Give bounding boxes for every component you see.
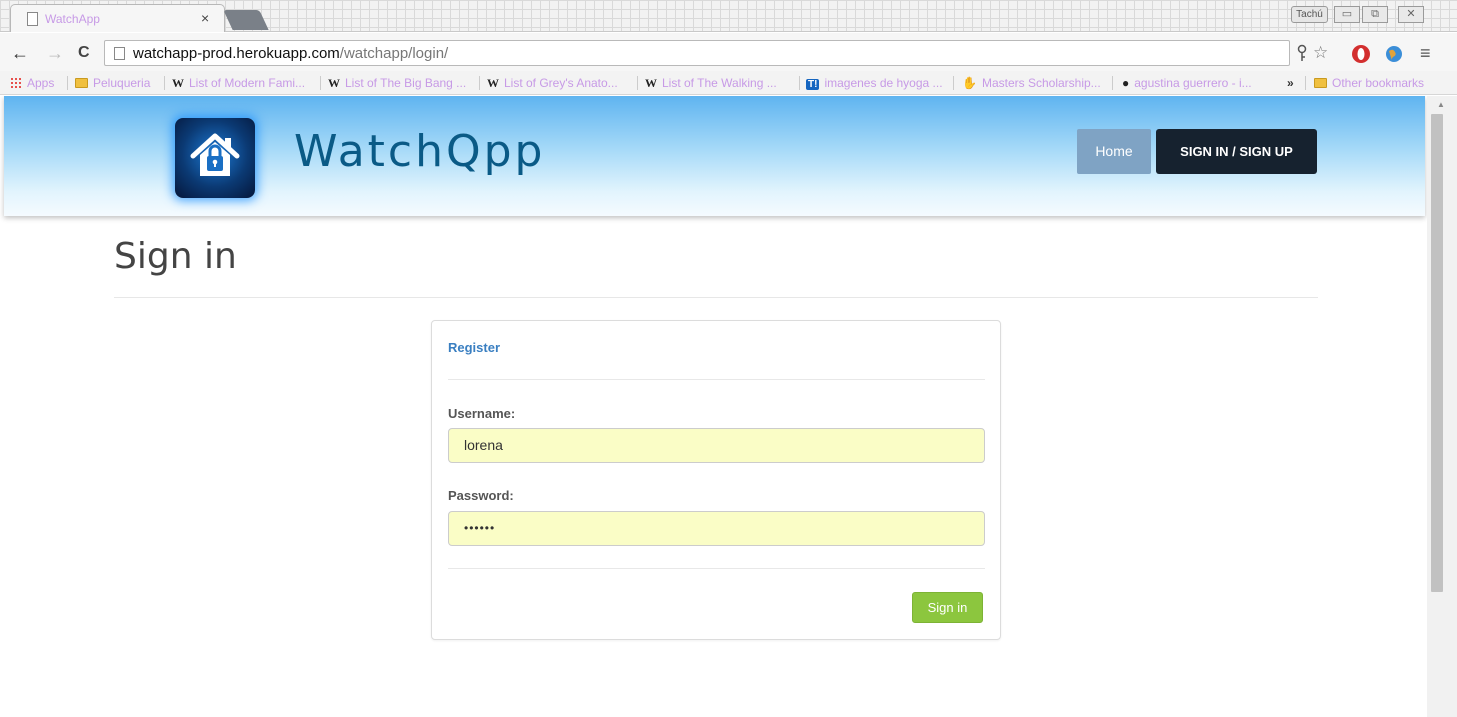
login-panel: Register Username: lorena Password: ••••… xyxy=(431,320,1001,640)
new-tab-button[interactable] xyxy=(223,10,269,30)
page-icon xyxy=(27,12,38,26)
scroll-up-icon[interactable]: ▲ xyxy=(1437,100,1445,109)
wikipedia-icon: W xyxy=(172,76,184,90)
house-lock-icon xyxy=(190,133,240,176)
bookmarks-bar: Apps Peluqueria W List of Modern Fami... … xyxy=(0,71,1457,95)
wikipedia-icon: W xyxy=(328,76,340,90)
password-label: Password: xyxy=(448,488,514,503)
nav-sign-in-button[interactable]: SIGN IN / SIGN UP xyxy=(1156,129,1317,174)
minimize-icon[interactable]: ▭ xyxy=(1334,6,1360,23)
bookmark-item[interactable]: W List of Modern Fami... xyxy=(172,76,305,91)
wikipedia-icon: W xyxy=(487,76,499,90)
profile-button[interactable]: Tachú xyxy=(1291,6,1328,23)
back-icon[interactable]: ← xyxy=(11,44,29,62)
divider xyxy=(448,568,985,569)
browser-tab[interactable]: WatchApp × xyxy=(10,4,225,32)
bookmark-item[interactable]: W List of The Big Bang ... xyxy=(328,76,466,91)
key-icon[interactable] xyxy=(1295,44,1309,62)
page-viewport: WatchQpp Home SIGN IN / SIGN UP Sign in … xyxy=(0,96,1441,717)
bookmark-item[interactable]: ● agustina guerrero - i... xyxy=(1122,76,1252,91)
star-icon[interactable]: ☆ xyxy=(1313,44,1328,62)
folder-icon xyxy=(1314,78,1327,88)
restore-icon[interactable]: ⧉ xyxy=(1362,6,1388,23)
bookmark-apps[interactable]: Apps xyxy=(10,76,54,90)
forward-icon[interactable]: → xyxy=(46,44,64,62)
sign-in-button[interactable]: Sign in xyxy=(912,592,983,623)
bookmark-item[interactable]: ✋ Masters Scholarship... xyxy=(962,76,1101,91)
register-link[interactable]: Register xyxy=(448,340,500,355)
dot-icon: ● xyxy=(1122,76,1130,90)
page-icon xyxy=(114,47,125,60)
tab-close-icon[interactable]: × xyxy=(201,10,209,26)
divider xyxy=(448,379,985,380)
password-field[interactable]: •••••• xyxy=(448,511,985,546)
scroll-thumb[interactable] xyxy=(1431,114,1443,592)
bookmark-item[interactable]: T! imagenes de hyoga ... xyxy=(806,76,943,90)
browser-title-bar: WatchApp × Tachú ▭ ⧉ ✕ xyxy=(0,0,1457,32)
address-bar[interactable]: watchapp-prod.herokuapp.com/watchapp/log… xyxy=(104,40,1290,66)
nav-home-button[interactable]: Home xyxy=(1077,129,1151,174)
username-field[interactable]: lorena xyxy=(448,428,985,463)
hand-icon: ✋ xyxy=(962,76,977,90)
bookmark-folder[interactable]: Peluqueria xyxy=(75,76,150,90)
url-path: /watchapp/login/ xyxy=(339,45,449,62)
brand-name[interactable]: WatchQpp xyxy=(294,126,545,177)
username-label: Username: xyxy=(448,406,516,421)
tumblr-icon: T! xyxy=(806,79,820,90)
url-text: watchapp-prod.herokuapp.com/watchapp/log… xyxy=(133,45,448,62)
apps-grid-icon xyxy=(10,77,22,89)
app-logo[interactable] xyxy=(175,118,255,198)
page-title: Sign in xyxy=(114,236,237,277)
folder-icon xyxy=(75,78,88,88)
vertical-scrollbar[interactable]: ▲ xyxy=(1427,96,1457,717)
opera-icon[interactable] xyxy=(1351,44,1371,64)
close-window-icon[interactable]: ✕ xyxy=(1398,6,1424,23)
tab-title: WatchApp xyxy=(45,12,100,26)
reload-icon[interactable]: C xyxy=(78,44,90,62)
wikipedia-icon: W xyxy=(645,76,657,90)
bookmark-item[interactable]: W List of Grey's Anato... xyxy=(487,76,618,91)
divider xyxy=(114,297,1318,298)
url-host: watchapp-prod.herokuapp.com xyxy=(133,45,340,62)
menu-icon[interactable]: ≡ xyxy=(1420,44,1431,62)
bookmarks-overflow-icon[interactable]: » xyxy=(1287,76,1294,90)
other-bookmarks[interactable]: Other bookmarks xyxy=(1314,76,1424,90)
bookmark-item[interactable]: W List of The Walking ... xyxy=(645,76,777,91)
site-header: WatchQpp Home SIGN IN / SIGN UP xyxy=(4,96,1425,216)
globe-icon[interactable] xyxy=(1385,45,1403,63)
